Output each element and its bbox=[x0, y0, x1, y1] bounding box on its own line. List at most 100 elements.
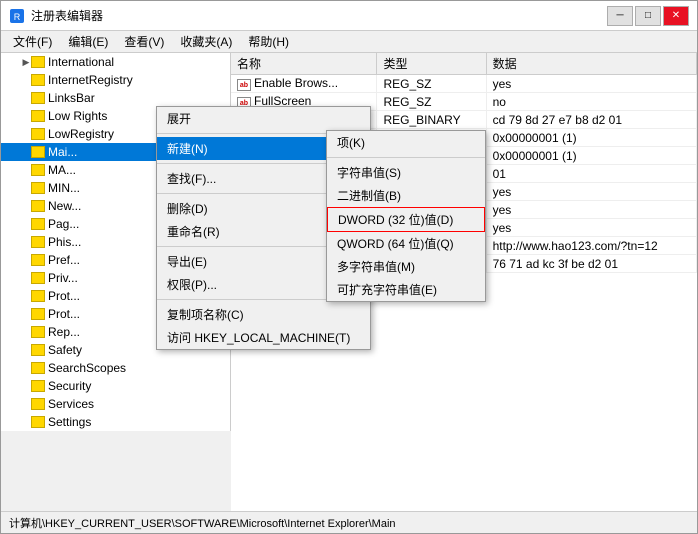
context-menu-item-copy-name[interactable]: 复制项名称(C) bbox=[157, 303, 370, 326]
cell-data: yes bbox=[486, 201, 696, 219]
cell-data: 0x00000001 (1) bbox=[486, 147, 696, 165]
folder-icon bbox=[31, 308, 45, 320]
tree-arrow-icon: ▶ bbox=[21, 57, 31, 68]
folder-icon bbox=[31, 290, 45, 302]
cell-data: no bbox=[486, 93, 696, 111]
statusbar: 计算机\HKEY_CURRENT_USER\SOFTWARE\Microsoft… bbox=[1, 511, 697, 533]
tree-item-label: SearchScopes bbox=[48, 361, 126, 375]
context-menu-item-expand[interactable]: 展开 bbox=[157, 107, 370, 130]
tree-item-label: Low Rights bbox=[48, 109, 107, 123]
cell-type: REG_SZ bbox=[377, 75, 486, 93]
cell-data: yes bbox=[486, 75, 696, 93]
tree-item[interactable]: SearchScopes bbox=[1, 359, 230, 377]
menubar: 文件(F)编辑(E)查看(V)收藏夹(A)帮助(H) bbox=[1, 31, 697, 53]
title-controls: ─ □ ✕ bbox=[607, 6, 689, 26]
table-row[interactable]: abEnable Brows...REG_SZyes bbox=[231, 75, 697, 93]
tree-item-label: Pref... bbox=[48, 253, 80, 267]
col-header-type: 类型 bbox=[377, 53, 486, 75]
folder-icon bbox=[31, 344, 45, 356]
statusbar-text: 计算机\HKEY_CURRENT_USER\SOFTWARE\Microsoft… bbox=[9, 515, 396, 531]
close-button[interactable]: ✕ bbox=[663, 6, 689, 26]
tree-item-label: Services bbox=[48, 397, 94, 411]
title-bar: R 注册表编辑器 ─ □ ✕ bbox=[1, 1, 697, 31]
tree-item-label: LowRegistry bbox=[48, 127, 114, 141]
cell-data: cd 79 8d 27 e7 b8 d2 01 bbox=[486, 111, 696, 129]
submenu-item-binary[interactable]: 二进制值(B) bbox=[327, 184, 485, 207]
submenu-divider-1 bbox=[327, 157, 485, 158]
minimize-button[interactable]: ─ bbox=[607, 6, 633, 26]
tree-pane-wrapper: ▶ International InternetRegistry LinksBar Lo… bbox=[1, 53, 231, 511]
tree-item-label: Security bbox=[48, 379, 91, 393]
tree-item-label: Settings bbox=[48, 415, 91, 429]
folder-icon bbox=[31, 218, 45, 230]
title-left: R 注册表编辑器 bbox=[9, 7, 103, 24]
menubar-item[interactable]: 查看(V) bbox=[116, 31, 172, 52]
col-header-data: 数据 bbox=[486, 53, 696, 75]
window-title: 注册表编辑器 bbox=[31, 7, 103, 24]
cell-data: 01 bbox=[486, 165, 696, 183]
folder-icon bbox=[31, 146, 45, 158]
submenu-item-qword[interactable]: QWORD (64 位)值(Q) bbox=[327, 232, 485, 255]
folder-icon bbox=[31, 236, 45, 248]
tree-item[interactable]: InternetRegistry bbox=[1, 71, 230, 89]
folder-icon bbox=[31, 254, 45, 266]
submenu-item-string[interactable]: 字符串值(S) bbox=[327, 161, 485, 184]
menubar-item[interactable]: 收藏夹(A) bbox=[172, 31, 240, 52]
submenu-item-dword[interactable]: DWORD (32 位)值(D) bbox=[327, 207, 485, 232]
submenu[interactable]: 项(K) 字符串值(S) 二进制值(B) DWORD (32 位)值(D) QW… bbox=[326, 130, 486, 302]
tree-item[interactable]: Services bbox=[1, 395, 230, 413]
cell-data: 76 71 ad kc 3f be d2 01 bbox=[486, 255, 696, 273]
folder-icon bbox=[31, 110, 45, 122]
menubar-item[interactable]: 编辑(E) bbox=[60, 31, 116, 52]
tree-item-label: Safety bbox=[48, 343, 82, 357]
folder-icon bbox=[31, 362, 45, 374]
cell-name: abEnable Brows... bbox=[231, 75, 377, 93]
tree-item-label: MIN... bbox=[48, 181, 80, 195]
folder-icon bbox=[31, 416, 45, 428]
folder-icon bbox=[31, 182, 45, 194]
tree-item-label: New... bbox=[48, 199, 81, 213]
tree-item[interactable]: ▶ International bbox=[1, 53, 230, 71]
svg-text:R: R bbox=[14, 12, 21, 22]
cell-data: http://www.hao123.com/?tn=12 bbox=[486, 237, 696, 255]
tree-item[interactable]: Security bbox=[1, 377, 230, 395]
main-content: ▶ International InternetRegistry LinksBar Lo… bbox=[1, 53, 697, 511]
context-menu-item-access-hklm[interactable]: 访问 HKEY_LOCAL_MACHINE(T) bbox=[157, 326, 370, 349]
tree-item-label: International bbox=[48, 55, 114, 69]
folder-icon bbox=[31, 380, 45, 392]
tree-item-label: Rep... bbox=[48, 325, 80, 339]
tree-item-label: Prot... bbox=[48, 289, 80, 303]
cell-type: REG_SZ bbox=[377, 93, 486, 111]
tree-item-label: Phis... bbox=[48, 235, 81, 249]
folder-icon bbox=[31, 128, 45, 140]
folder-icon bbox=[31, 56, 45, 68]
folder-icon bbox=[31, 272, 45, 284]
folder-icon bbox=[31, 200, 45, 212]
reg-value-icon: ab bbox=[237, 79, 251, 91]
tree-item-label: MA... bbox=[48, 163, 76, 177]
tree-item[interactable]: LinksBar bbox=[1, 89, 230, 107]
app-icon: R bbox=[9, 8, 25, 24]
tree-item[interactable]: Settings bbox=[1, 413, 230, 431]
folder-icon bbox=[31, 164, 45, 176]
submenu-item-multistring[interactable]: 多字符串值(M) bbox=[327, 255, 485, 278]
tree-item-label: LinksBar bbox=[48, 91, 95, 105]
submenu-item-expandstring[interactable]: 可扩充字符串值(E) bbox=[327, 278, 485, 301]
folder-icon bbox=[31, 74, 45, 86]
folder-icon bbox=[31, 326, 45, 338]
tree-item-label: InternetRegistry bbox=[48, 73, 133, 87]
tree-item-label: Mai... bbox=[48, 145, 77, 159]
col-header-name: 名称 bbox=[231, 53, 377, 75]
folder-icon bbox=[31, 92, 45, 104]
tree-item-label: Prot... bbox=[48, 307, 80, 321]
cell-data: 0x00000001 (1) bbox=[486, 129, 696, 147]
tree-item-label: Priv... bbox=[48, 271, 78, 285]
menubar-item[interactable]: 帮助(H) bbox=[240, 31, 297, 52]
cell-data: yes bbox=[486, 183, 696, 201]
maximize-button[interactable]: □ bbox=[635, 6, 661, 26]
cell-data: yes bbox=[486, 219, 696, 237]
menubar-item[interactable]: 文件(F) bbox=[5, 31, 60, 52]
folder-icon bbox=[31, 398, 45, 410]
main-window: R 注册表编辑器 ─ □ ✕ 文件(F)编辑(E)查看(V)收藏夹(A)帮助(H… bbox=[0, 0, 698, 534]
submenu-item-key[interactable]: 项(K) bbox=[327, 131, 485, 154]
